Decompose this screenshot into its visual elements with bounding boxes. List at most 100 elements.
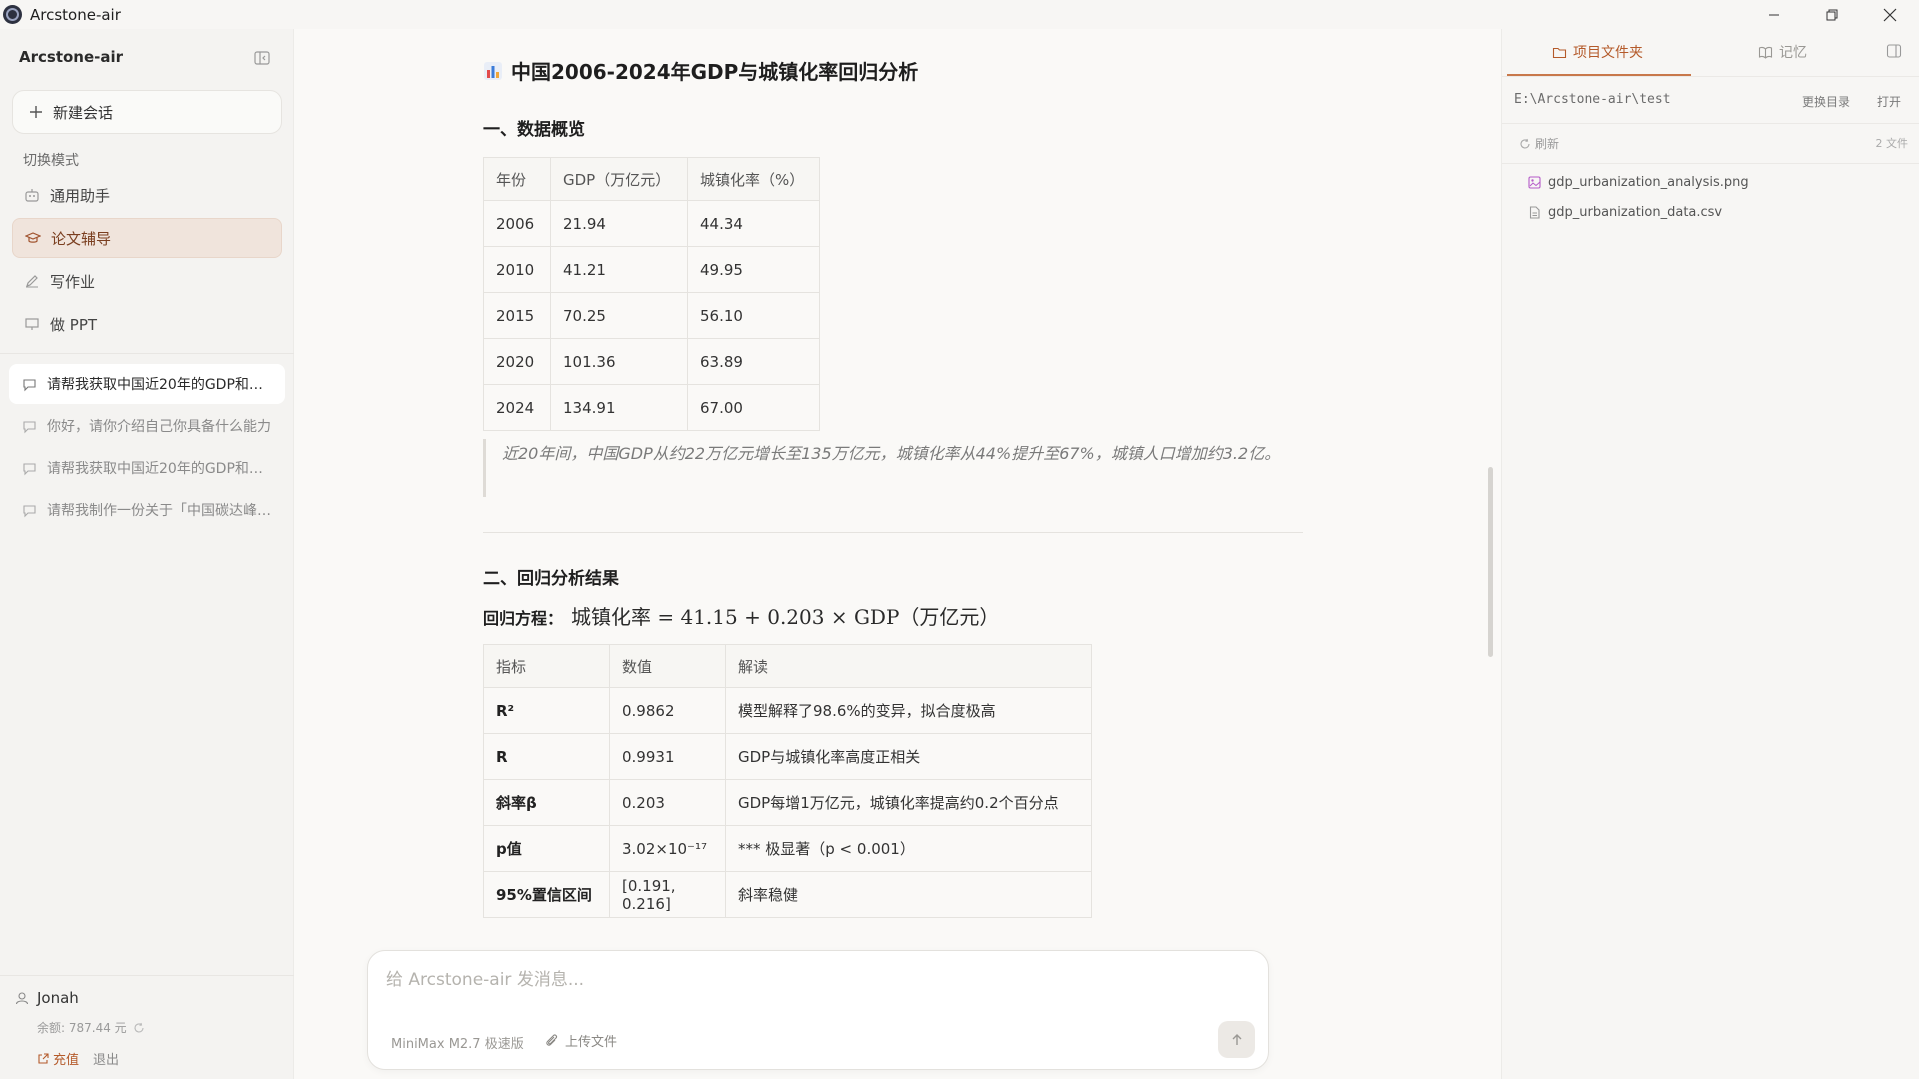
table-cell: *** 极显著（p < 0.001） <box>725 825 1092 872</box>
right-panel-collapse-button[interactable] <box>1886 43 1902 63</box>
open-folder-button[interactable]: 打开 <box>1877 93 1901 110</box>
external-link-icon <box>38 1052 49 1064</box>
logout-link[interactable]: 退出 <box>93 1049 119 1068</box>
main-scrollbar[interactable] <box>1488 467 1493 657</box>
equation-formula: 城镇化率 = 41.15 + 0.203 × GDP（万亿元） <box>571 605 1000 629</box>
table-header: 数值 <box>609 644 726 688</box>
table-row: 2020 101.36 63.89 <box>483 338 820 385</box>
window-controls <box>1745 0 1919 29</box>
table-cell: 2015 <box>483 292 551 339</box>
file-item[interactable]: gdp_urbanization_data.csv <box>1528 205 1722 220</box>
table-row: 2015 70.25 56.10 <box>483 292 820 339</box>
message-input[interactable] <box>386 965 1236 995</box>
folder-icon <box>1552 47 1567 58</box>
minimize-icon <box>1769 14 1779 15</box>
project-path: E:\Arcstone-air\test <box>1514 92 1671 107</box>
path-divider <box>1502 123 1919 124</box>
arrow-up-icon <box>1232 1033 1241 1045</box>
table-cell: 斜率β <box>483 779 610 826</box>
upload-file-label: 上传文件 <box>565 1035 618 1050</box>
close-window-button[interactable] <box>1861 0 1919 29</box>
minimize-button[interactable] <box>1745 0 1803 29</box>
refresh-files-button[interactable]: 刷新 <box>1519 135 1559 152</box>
table-row: 95%置信区间 [0.191, 0.216] 斜率稳健 <box>483 871 1092 918</box>
refresh-label: 刷新 <box>1535 137 1560 151</box>
table-cell: 2024 <box>483 384 551 431</box>
table-cell: 101.36 <box>550 338 688 385</box>
balance-text: 余额: 787.44 元 <box>37 1021 127 1035</box>
table-cell: R² <box>483 687 610 734</box>
mode-item-label: 通用助手 <box>50 186 111 205</box>
sidebar-collapse-button[interactable] <box>253 49 271 67</box>
mode-item-thesis[interactable]: 论文辅导 <box>12 218 282 258</box>
section-heading-regression: 二、回归分析结果 <box>483 569 619 589</box>
upload-file-button[interactable]: 上传文件 <box>544 1031 617 1050</box>
message-composer: MiniMax M2.7 极速版 上传文件 <box>367 950 1269 1070</box>
equation-label: 回归方程： <box>483 609 564 628</box>
book-icon <box>1758 46 1773 59</box>
sidebar-collapse-icon <box>254 51 270 65</box>
main-content: 中国2006-2024年GDP与城镇化率回归分析 一、数据概览 年份 GDP（万… <box>295 29 1501 1079</box>
mode-item-ppt[interactable]: 做 PPT <box>12 304 282 344</box>
new-chat-button[interactable]: 新建会话 <box>12 90 282 134</box>
table-row: 斜率β 0.203 GDP每增1万亿元，城镇化率提高约0.2个百分点 <box>483 779 1092 826</box>
plus-icon <box>30 106 42 118</box>
file-item[interactable]: gdp_urbanization_analysis.png <box>1528 175 1749 190</box>
recharge-link[interactable]: 充值 <box>37 1049 79 1068</box>
table-cell: 41.21 <box>550 246 688 293</box>
image-file-icon <box>1528 176 1541 189</box>
table-row: p值 3.02×10⁻¹⁷ *** 极显著（p < 0.001） <box>483 825 1092 872</box>
footer-links: 充值 退出 <box>37 1049 119 1068</box>
paperclip-icon <box>546 1034 558 1046</box>
sidebar-app-name: Arcstone-air <box>19 48 124 66</box>
table-header: GDP（万亿元） <box>550 157 688 201</box>
conversation-item[interactable]: 请帮我获取中国近20年的GDP和城镇化率数据 <box>9 448 285 488</box>
table-cell: 2006 <box>483 200 551 247</box>
section-divider <box>483 532 1303 533</box>
table-cell: 模型解释了98.6%的变异，拟合度极高 <box>725 687 1092 734</box>
mode-item-label: 做 PPT <box>50 315 98 334</box>
tab-memory[interactable]: 记忆 <box>1758 42 1807 62</box>
table-row: 2006 21.94 44.34 <box>483 200 820 247</box>
table-cell: 斜率稳健 <box>725 871 1092 918</box>
refresh-icon <box>1520 138 1530 149</box>
user-profile[interactable]: Jonah <box>15 989 79 1007</box>
sidebar-footer-divider <box>0 975 294 976</box>
mode-item-homework[interactable]: 写作业 <box>12 261 282 301</box>
close-icon <box>1883 8 1897 21</box>
model-selector[interactable]: MiniMax M2.7 极速版 <box>391 1033 524 1052</box>
sidebar: Arcstone-air 新建会话 切换模式 通用助手 论文辅导 写作业 做 P… <box>0 29 294 1079</box>
window-title: Arcstone-air <box>30 5 121 24</box>
refresh-balance-icon[interactable] <box>133 1022 145 1034</box>
send-button[interactable] <box>1218 1021 1255 1058</box>
table-cell: 21.94 <box>550 200 688 247</box>
tab-project-folder[interactable]: 项目文件夹 <box>1552 42 1643 62</box>
conversation-item[interactable]: 请帮我制作一份关于「中国碳达峰」的PPT <box>9 490 285 530</box>
file-count: 2 文件 <box>1875 137 1909 150</box>
change-directory-button[interactable]: 更换目录 <box>1802 93 1850 110</box>
mode-section-label: 切换模式 <box>23 153 79 169</box>
chat-bubble-icon <box>23 378 36 391</box>
summary-quote: 近20年间，中国GDP从约22万亿元增长至135万亿元，城镇化率从44%提升至6… <box>483 439 1303 497</box>
table-cell: p值 <box>483 825 610 872</box>
table-cell: 67.00 <box>687 384 820 431</box>
table-cell: GDP每增1万亿元，城镇化率提高约0.2个百分点 <box>725 779 1092 826</box>
table-header-row: 年份 GDP（万亿元） 城镇化率（%） <box>483 157 820 201</box>
table-cell: R <box>483 733 610 780</box>
conversation-item[interactable]: 请帮我获取中国近20年的GDP和城镇化率数据 <box>9 364 285 404</box>
table-cell: 3.02×10⁻¹⁷ <box>609 825 726 872</box>
table-cell: 0.203 <box>609 779 726 826</box>
table-row: 2024 134.91 67.00 <box>483 384 820 431</box>
table-row: R² 0.9862 模型解释了98.6%的变异，拟合度极高 <box>483 687 1092 734</box>
conversation-item[interactable]: 你好，请你介绍自己你具备什么能力 <box>9 406 285 446</box>
data-overview-table: 年份 GDP（万亿元） 城镇化率（%） 2006 21.94 44.34 201… <box>483 157 820 431</box>
table-row: 2010 41.21 49.95 <box>483 246 820 293</box>
conversation-title: 请帮我获取中国近20年的GDP和城镇化率数据 <box>47 461 273 477</box>
files-divider <box>1502 163 1919 164</box>
table-cell: 0.9862 <box>609 687 726 734</box>
chat-bubble-icon <box>23 420 36 433</box>
section-heading-overview: 一、数据概览 <box>483 120 585 140</box>
restore-button[interactable] <box>1803 0 1861 29</box>
table-row: R 0.9931 GDP与城镇化率高度正相关 <box>483 733 1092 780</box>
mode-item-general[interactable]: 通用助手 <box>12 175 282 215</box>
